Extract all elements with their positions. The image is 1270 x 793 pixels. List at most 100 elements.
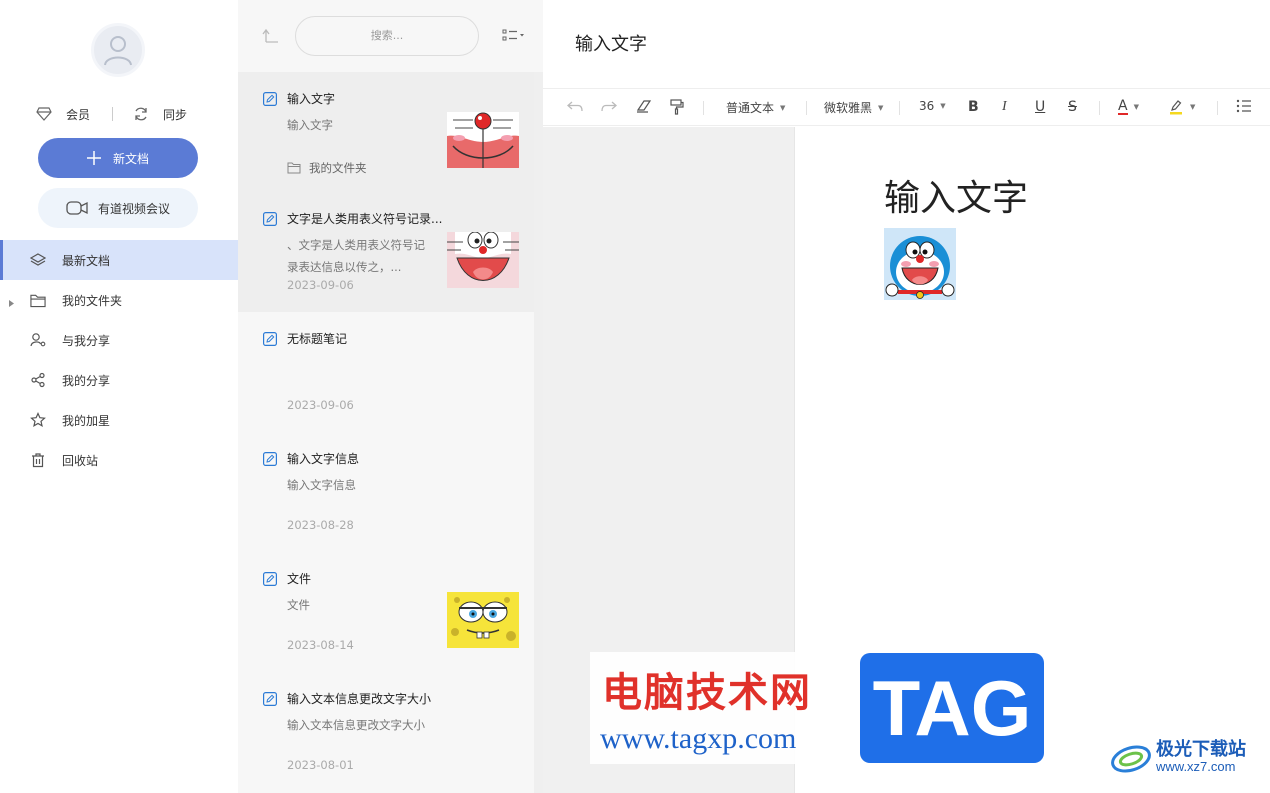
new-document-button[interactable]: 新文档 bbox=[38, 138, 198, 178]
note-date: 2023-09-06 bbox=[287, 398, 354, 412]
document-title[interactable]: 输入文字 bbox=[575, 30, 647, 56]
watermark-xz7-logo: 极光下载站 www.xz7.com bbox=[1110, 740, 1246, 774]
sidebar-item-my-folders[interactable]: 我的文件夹 bbox=[0, 280, 238, 320]
note-title: 输入文字信息 bbox=[287, 452, 360, 466]
note-folder-label: 我的文件夹 bbox=[309, 161, 367, 175]
note-thumbnail bbox=[447, 112, 519, 168]
user-icon bbox=[104, 36, 132, 66]
italic-button[interactable]: I bbox=[1002, 99, 1007, 115]
eraser-icon[interactable] bbox=[636, 99, 652, 113]
note-date: 2023-09-06 bbox=[287, 278, 354, 292]
highlighter-icon bbox=[1170, 100, 1182, 115]
document-heading[interactable]: 输入文字 bbox=[884, 169, 1028, 221]
note-thumbnail bbox=[447, 592, 519, 648]
font-size-dropdown[interactable]: 36 ▼ bbox=[919, 99, 946, 113]
layers-icon bbox=[30, 252, 46, 268]
sidebar: 会员 同步 新文档 有道视频会议 最新文档 我的文件夹 与我分享 我的分享 我的… bbox=[0, 0, 238, 793]
list-view-icon[interactable] bbox=[502, 28, 526, 48]
toolbar-divider bbox=[1217, 101, 1218, 115]
note-item[interactable]: 输入文字 输入文字 我的文件夹 bbox=[238, 72, 534, 192]
scrollbar[interactable] bbox=[534, 72, 543, 793]
chevron-down-icon: ▼ bbox=[1190, 103, 1196, 111]
caret-right-icon[interactable] bbox=[9, 296, 14, 310]
note-snippet: 文件 bbox=[287, 598, 310, 612]
diamond-icon bbox=[36, 107, 52, 121]
font-family-value: 微软雅黑 bbox=[824, 101, 873, 115]
sidebar-item-label: 回收站 bbox=[62, 453, 99, 468]
divider bbox=[112, 107, 114, 121]
note-title: 无标题笔记 bbox=[287, 332, 348, 346]
folder-icon bbox=[30, 292, 46, 308]
note-folder: 我的文件夹 bbox=[287, 160, 367, 176]
note-title: 文字是人类用表义符号记录... bbox=[287, 212, 443, 226]
member-label: 会员 bbox=[66, 107, 91, 122]
go-up-icon[interactable] bbox=[262, 28, 280, 48]
sidebar-item-trash[interactable]: 回收站 bbox=[0, 440, 238, 480]
sync-button[interactable]: 同步 bbox=[133, 106, 187, 123]
note-item[interactable]: 无标题笔记 2023-09-06 bbox=[238, 312, 534, 432]
sidebar-item-my-shares[interactable]: 我的分享 bbox=[0, 360, 238, 400]
member-button[interactable]: 会员 bbox=[36, 106, 90, 123]
watermark-site: 电脑技术网 www.tagxp.com bbox=[590, 652, 852, 764]
note-date: 2023-08-14 bbox=[287, 638, 354, 652]
new-document-label: 新文档 bbox=[112, 151, 149, 166]
note-title: 文件 bbox=[287, 572, 312, 586]
note-item[interactable]: 输入文本信息更改文字大小 输入文本信息更改文字大小 2023-08-01 bbox=[238, 672, 534, 792]
note-item[interactable]: 文件 文件 2023-08-14 bbox=[238, 552, 534, 672]
sidebar-item-label: 我的分享 bbox=[62, 373, 111, 388]
video-meeting-label: 有道视频会议 bbox=[97, 201, 170, 216]
shared-with-me-icon bbox=[30, 332, 46, 348]
watermark-logo-name: 极光下载站 bbox=[1156, 738, 1246, 760]
redo-icon[interactable] bbox=[601, 99, 617, 113]
sidebar-nav: 最新文档 我的文件夹 与我分享 我的分享 我的加星 回收站 bbox=[0, 240, 238, 480]
watermark-logo-url: www.xz7.com bbox=[1156, 758, 1236, 774]
sync-icon bbox=[135, 107, 147, 121]
sidebar-item-label: 与我分享 bbox=[62, 333, 111, 348]
note-snippet: 输入文本信息更改文字大小 bbox=[287, 718, 425, 732]
document-image[interactable] bbox=[884, 228, 956, 300]
chevron-down-icon: ▼ bbox=[878, 103, 884, 112]
trash-icon bbox=[30, 452, 46, 468]
toolbar-divider bbox=[899, 101, 900, 115]
plus-icon bbox=[86, 151, 101, 165]
underline-button[interactable]: U bbox=[1035, 99, 1045, 115]
sidebar-item-label: 最新文档 bbox=[62, 253, 111, 268]
note-title: 输入文本信息更改文字大小 bbox=[287, 692, 432, 706]
sync-label: 同步 bbox=[163, 107, 188, 122]
bullet-list-icon[interactable] bbox=[1236, 99, 1252, 113]
share-icon bbox=[30, 372, 46, 388]
format-toolbar: 普通文本 ▼ 微软雅黑 ▼ 36 ▼ B I U S A ▼ ▼ bbox=[543, 88, 1270, 126]
sidebar-item-label: 我的加星 bbox=[62, 413, 111, 428]
chevron-down-icon: ▼ bbox=[940, 102, 946, 110]
toolbar-divider bbox=[703, 101, 704, 115]
note-date: 2023-08-28 bbox=[287, 518, 354, 532]
undo-icon[interactable] bbox=[567, 99, 583, 113]
sidebar-item-starred[interactable]: 我的加星 bbox=[0, 400, 238, 440]
format-painter-icon[interactable] bbox=[670, 99, 684, 115]
note-date: 2023-08-01 bbox=[287, 758, 354, 772]
note-item[interactable]: 文字是人类用表义符号记录... 、文字是人类用表义符号记录表达信息以传之，...… bbox=[238, 192, 534, 312]
folder-icon bbox=[287, 162, 301, 174]
font-family-dropdown[interactable]: 微软雅黑 ▼ bbox=[824, 99, 883, 116]
avatar[interactable] bbox=[91, 23, 145, 77]
font-color-dropdown[interactable]: A ▼ bbox=[1118, 99, 1139, 115]
note-edit-icon bbox=[263, 691, 278, 710]
chevron-down-icon: ▼ bbox=[1133, 103, 1139, 111]
paragraph-style-dropdown[interactable]: 普通文本 ▼ bbox=[726, 99, 785, 116]
sidebar-item-recent[interactable]: 最新文档 bbox=[0, 240, 238, 280]
video-meeting-button[interactable]: 有道视频会议 bbox=[38, 188, 198, 228]
note-item[interactable]: 输入文字信息 输入文字信息 2023-08-28 bbox=[238, 432, 534, 552]
sidebar-item-shared-with-me[interactable]: 与我分享 bbox=[0, 320, 238, 360]
watermark-tag-logo: TAG bbox=[860, 653, 1044, 763]
list-header: 搜索... bbox=[238, 0, 543, 72]
aurora-logo-icon bbox=[1111, 745, 1151, 773]
note-edit-icon bbox=[263, 331, 278, 350]
search-input[interactable]: 搜索... bbox=[295, 16, 479, 56]
note-edit-icon bbox=[263, 451, 278, 470]
video-camera-icon bbox=[66, 201, 88, 215]
note-snippet: 输入文字信息 bbox=[287, 478, 356, 492]
bold-button[interactable]: B bbox=[968, 99, 979, 115]
highlight-dropdown[interactable]: ▼ bbox=[1168, 99, 1195, 115]
star-icon bbox=[30, 412, 46, 428]
strikethrough-button[interactable]: S bbox=[1068, 99, 1077, 115]
